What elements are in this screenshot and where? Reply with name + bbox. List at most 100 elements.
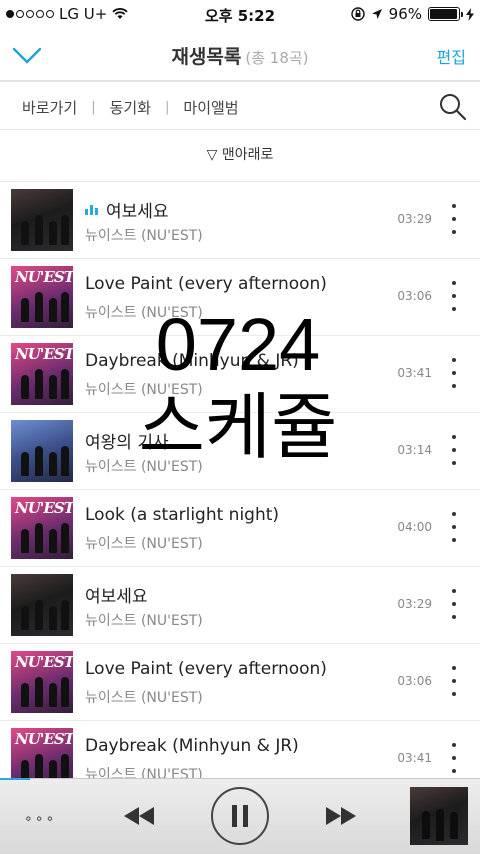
cover-figure bbox=[21, 606, 29, 630]
list-item[interactable]: 여보세요뉴이스트 (NU'EST) 03:29 bbox=[0, 182, 480, 259]
album-logo: NU'EST bbox=[15, 653, 73, 671]
cover-figure bbox=[35, 215, 43, 245]
more-options-icon[interactable] bbox=[450, 435, 458, 465]
cover-figure bbox=[61, 369, 69, 399]
cover-figure bbox=[35, 600, 43, 630]
scroll-to-bottom-button[interactable]: ▽ 맨아래로 bbox=[0, 130, 480, 182]
cover-figure bbox=[49, 452, 57, 476]
song-artist: 뉴이스트 (NU'EST) bbox=[85, 690, 203, 706]
cover-figure bbox=[49, 683, 57, 707]
equalizer-icon bbox=[85, 204, 98, 215]
playback-progress[interactable] bbox=[0, 778, 30, 780]
song-title-text: Daybreak (Minhyun & JR) bbox=[85, 736, 299, 756]
cover-figure bbox=[61, 523, 69, 553]
edit-button[interactable]: 편집 bbox=[437, 44, 466, 68]
album-logo: NU'EST bbox=[15, 345, 73, 363]
cover-figure bbox=[49, 529, 57, 553]
cover-figure bbox=[49, 375, 57, 399]
more-options-icon[interactable] bbox=[450, 358, 458, 388]
cover-figure bbox=[35, 523, 43, 553]
status-bar: LG U+ 오후 5:22 96% bbox=[0, 0, 480, 28]
more-options-icon[interactable] bbox=[450, 512, 458, 542]
song-duration: 03:06 bbox=[397, 289, 432, 303]
list-item[interactable]: NU'EST Love Paint (every afternoon) 뉴이스트 (… bbox=[0, 644, 480, 721]
list-item[interactable]: NU'EST Love Paint (every afternoon) 뉴이스트 (… bbox=[0, 259, 480, 336]
album-cover: NU'EST bbox=[11, 497, 73, 559]
next-icon[interactable] bbox=[326, 807, 356, 825]
song-artist: 뉴이스트 (NU'EST) bbox=[85, 613, 203, 629]
song-duration: 03:41 bbox=[397, 751, 432, 765]
cover-figure bbox=[21, 298, 29, 322]
album-cover: NU'EST bbox=[11, 266, 73, 328]
list-item[interactable]: 여왕의 기사 뉴이스트 (NU'EST) 03:14 bbox=[0, 413, 480, 490]
charging-icon bbox=[466, 7, 474, 21]
song-artist: 뉴이스트 (NU'EST) bbox=[85, 382, 203, 398]
song-title: Daybreak (Minhyun & JR) bbox=[85, 351, 299, 371]
nav-separator: | bbox=[165, 100, 170, 115]
song-duration: 03:14 bbox=[397, 443, 432, 457]
cover-figure bbox=[21, 683, 29, 707]
more-options-icon[interactable] bbox=[450, 666, 458, 696]
cover-figure bbox=[61, 446, 69, 476]
list-item[interactable]: NU'EST Daybreak (Minhyun & JR) 뉴이스트 (NU'ES… bbox=[0, 336, 480, 413]
list-item[interactable]: NU'EST Look (a starlight night) 뉴이스트 (NU'E… bbox=[0, 490, 480, 567]
song-title: 여보세요 bbox=[85, 197, 169, 222]
playlist: 여보세요 뉴이스트 (NU'EST) 03:29 NU'EST Love Paint (… bbox=[0, 182, 480, 798]
title-text: 재생목록 bbox=[171, 46, 242, 68]
cover-figure bbox=[21, 375, 29, 399]
nav-my-album[interactable]: 마이앨범 bbox=[183, 97, 238, 118]
song-title-text: Daybreak (Minhyun & JR) bbox=[85, 351, 299, 371]
song-title-text: Love Paint (every afternoon) bbox=[85, 274, 327, 294]
album-cover bbox=[11, 189, 73, 251]
list-item[interactable]: 여보세요뉴이스트 (NU'EST) 03:29 bbox=[0, 567, 480, 644]
cover-figure bbox=[61, 215, 69, 245]
rotation-lock-icon bbox=[350, 7, 365, 21]
album-cover bbox=[11, 420, 73, 482]
now-playing-cover[interactable] bbox=[410, 787, 468, 845]
more-options-icon[interactable] bbox=[450, 204, 458, 234]
song-title-text: 여보세요 bbox=[106, 202, 169, 222]
song-duration: 04:00 bbox=[397, 520, 432, 534]
cover-figure bbox=[21, 529, 29, 553]
cover-figure bbox=[49, 221, 57, 245]
song-title: Love Paint (every afternoon) bbox=[85, 659, 327, 679]
song-title-text: Love Paint (every afternoon) bbox=[85, 659, 327, 679]
song-artist: 뉴이스트 (NU'EST) bbox=[85, 459, 203, 475]
song-title: 여보세요 bbox=[85, 582, 148, 607]
song-title-text: 여보세요 bbox=[85, 587, 148, 607]
cover-figure bbox=[49, 298, 57, 322]
pause-button[interactable] bbox=[211, 787, 269, 845]
album-logo: NU'EST bbox=[15, 499, 73, 517]
cover-figure bbox=[21, 221, 29, 245]
song-duration: 03:29 bbox=[397, 597, 432, 611]
song-artist: 뉴이스트 (NU'EST) bbox=[85, 536, 203, 552]
more-options-icon[interactable] bbox=[450, 589, 458, 619]
battery-icon bbox=[428, 7, 463, 21]
more-options-icon[interactable] bbox=[450, 743, 458, 773]
player-menu-button[interactable]: ∘∘∘ bbox=[24, 811, 56, 827]
quick-nav: 바로가기 | 동기화 | 마이앨범 bbox=[0, 84, 480, 130]
cover-figure bbox=[21, 452, 29, 476]
album-cover bbox=[11, 574, 73, 636]
cover-figure bbox=[35, 292, 43, 322]
page-title: 재생목록 (총 18곡) bbox=[0, 42, 480, 69]
search-icon[interactable] bbox=[438, 92, 468, 122]
song-duration: 03:29 bbox=[397, 212, 432, 226]
song-artist: 뉴이스트 (NU'EST) bbox=[85, 228, 203, 244]
cover-figure bbox=[35, 677, 43, 707]
song-duration: 03:41 bbox=[397, 366, 432, 380]
album-cover: NU'EST bbox=[11, 343, 73, 405]
song-title-text: Look (a starlight night) bbox=[85, 505, 280, 525]
cover-figure bbox=[35, 369, 43, 399]
more-options-icon[interactable] bbox=[450, 281, 458, 311]
nav-shortcut[interactable]: 바로가기 bbox=[22, 97, 77, 118]
mini-player: ∘∘∘ bbox=[0, 778, 480, 854]
cover-figure bbox=[35, 446, 43, 476]
nav-separator: | bbox=[91, 100, 96, 115]
nav-sync[interactable]: 동기화 bbox=[110, 97, 151, 118]
previous-icon[interactable] bbox=[124, 807, 154, 825]
song-title: Look (a starlight night) bbox=[85, 505, 279, 525]
song-title: Daybreak (Minhyun & JR) bbox=[85, 736, 299, 756]
cover-figure bbox=[61, 600, 69, 630]
cover-figure bbox=[61, 677, 69, 707]
